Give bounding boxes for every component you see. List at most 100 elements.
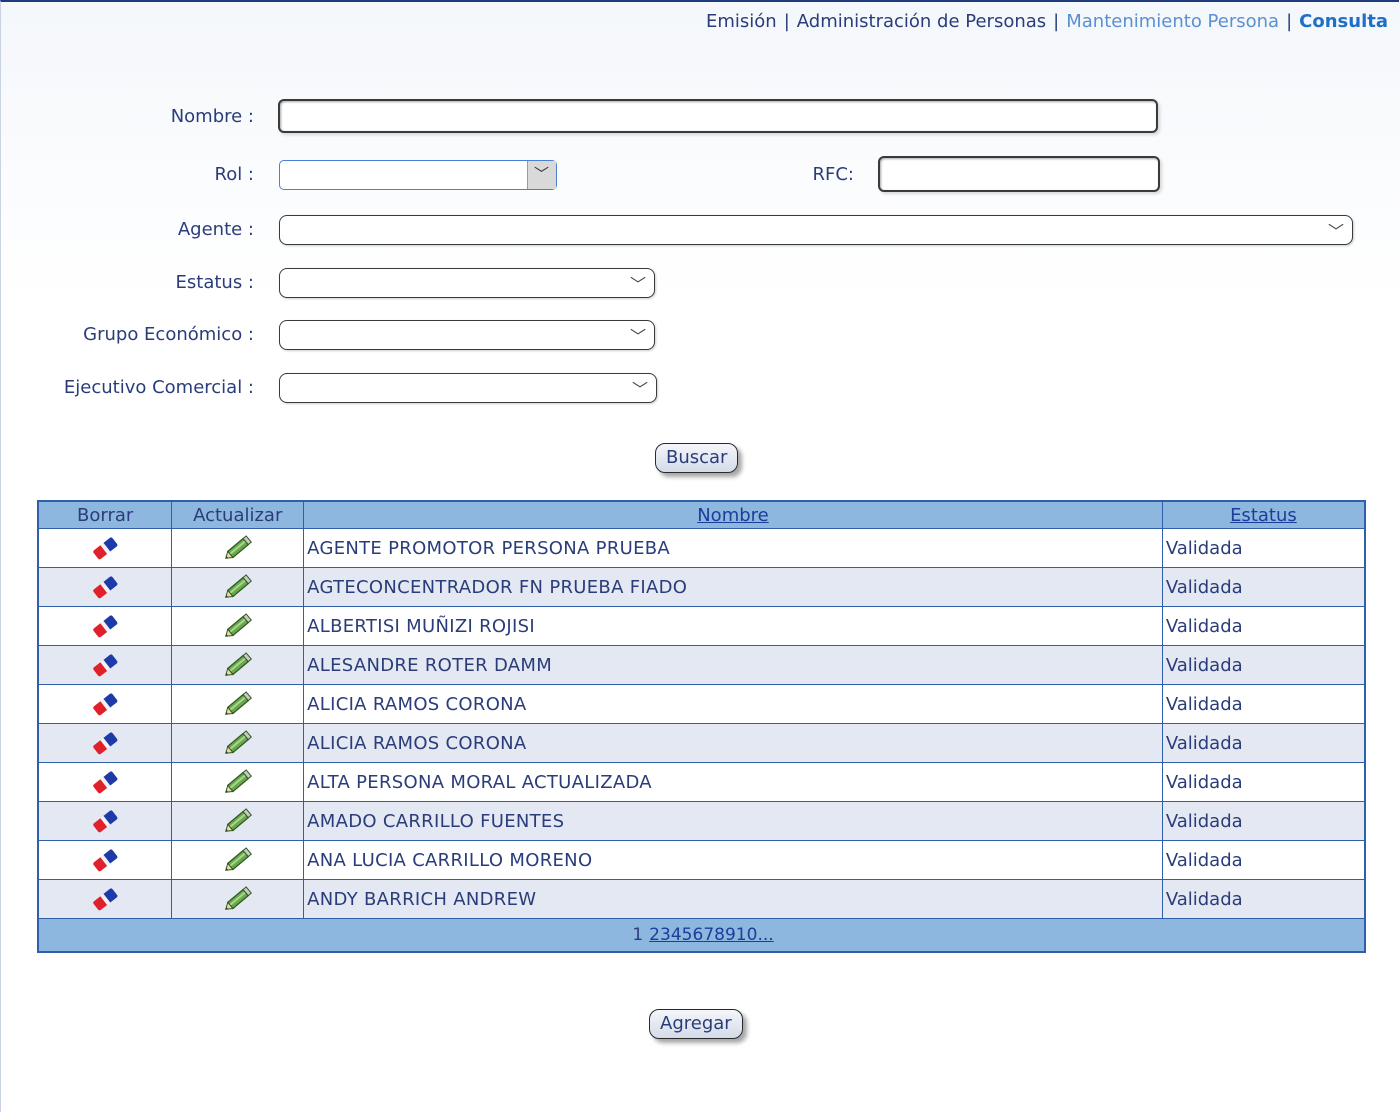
table-row: ALICIA RAMOS CORONA Validada [37,684,1366,724]
borrar-cell [37,840,173,880]
pencil-icon[interactable] [221,808,255,832]
eraser-icon[interactable] [90,615,120,638]
borrar-cell [37,606,173,646]
pager-page-link[interactable]: 7 [703,925,714,945]
rol-select[interactable]: ﹀ [279,160,557,190]
eraser-icon[interactable] [90,888,120,911]
nombre-cell: ANDY BARRICH ANDREW [303,879,1163,919]
actualizar-cell [171,801,305,841]
pencil-icon[interactable] [221,652,255,676]
table-row: ALESANDRE ROTER DAMM Validada [37,645,1366,685]
pencil-icon[interactable] [221,847,255,871]
breadcrumb-administracion[interactable]: Administración de Personas [797,11,1046,32]
grupo-label: Grupo Económico : [83,324,254,345]
breadcrumb-mantenimiento[interactable]: Mantenimiento Persona [1066,11,1279,32]
breadcrumb-emision[interactable]: Emisión [706,11,777,32]
nombre-cell: ALTA PERSONA MORAL ACTUALIZADA [303,762,1163,802]
actualizar-cell [171,684,305,724]
estatus-cell: Validada [1161,762,1366,802]
table-row: AGENTE PROMOTOR PERSONA PRUEBA Validada [37,528,1366,568]
ejecutivo-label: Ejecutivo Comercial : [63,377,254,398]
pager-page-link[interactable]: 5 [682,925,693,945]
pencil-icon[interactable] [221,535,255,559]
nombre-cell: ALICIA RAMOS CORONA [303,723,1163,763]
nombre-cell: AGTECONCENTRADOR FN PRUEBA FIADO [303,567,1163,607]
eraser-icon[interactable] [90,654,120,677]
rol-label: Rol : [214,164,255,185]
nombre-field[interactable] [278,99,1158,133]
estatus-cell: Validada [1161,879,1366,919]
pager-page-link[interactable]: 10 [736,925,758,945]
pencil-icon[interactable] [221,730,255,754]
borrar-cell [37,801,173,841]
table-row: AGTECONCENTRADOR FN PRUEBA FIADO Validada [37,567,1366,607]
actualizar-cell [171,567,305,607]
buscar-button[interactable]: Buscar [655,443,739,473]
actualizar-cell [171,762,305,802]
sort-estatus-link[interactable]: Estatus [1230,505,1297,526]
actualizar-cell [171,840,305,880]
pencil-icon[interactable] [221,574,255,598]
estatus-cell: Validada [1161,684,1366,724]
pager-page-link[interactable]: 8 [714,925,725,945]
actualizar-cell [171,879,305,919]
eraser-icon[interactable] [90,537,120,560]
pager: 1 2345678910... [37,918,1366,953]
chevron-down-icon: ﹀ [629,275,646,294]
agregar-button[interactable]: Agregar [649,1009,743,1039]
eraser-icon[interactable] [90,576,120,599]
borrar-cell [37,528,173,568]
estatus-cell: Validada [1161,723,1366,763]
table-row: ALICIA RAMOS CORONA Validada [37,723,1366,763]
rfc-field[interactable] [878,156,1160,192]
pager-page-link[interactable]: 4 [671,925,682,945]
table-row: AMADO CARRILLO FUENTES Validada [37,801,1366,841]
borrar-cell [37,723,173,763]
pencil-icon[interactable] [221,886,255,910]
nombre-cell: ALBERTISI MUÑIZI ROJISI [303,606,1163,646]
eraser-icon[interactable] [90,810,120,833]
nombre-label: Nombre : [170,106,254,127]
header-nombre[interactable]: Nombre [303,500,1163,529]
pager-page-link[interactable]: 9 [725,925,736,945]
header-estatus[interactable]: Estatus [1161,500,1366,529]
eraser-icon[interactable] [90,771,120,794]
eraser-icon[interactable] [90,693,120,716]
rol-dropdown-button[interactable]: ﹀ [527,161,556,189]
pager-page-link[interactable]: ... [757,925,773,945]
pencil-icon[interactable] [221,769,255,793]
pager-page-link[interactable]: 6 [692,925,703,945]
nombre-input[interactable] [280,101,1156,131]
nombre-cell: ALESANDRE ROTER DAMM [303,645,1163,685]
estatus-label: Estatus : [175,272,254,293]
header-borrar: Borrar [37,500,173,529]
estatus-cell: Validada [1161,840,1366,880]
pager-page-link[interactable]: 2 [649,925,660,945]
estatus-cell: Validada [1161,606,1366,646]
grupo-economico-select[interactable]: ﹀ [279,320,655,350]
eraser-icon[interactable] [90,849,120,872]
borrar-cell [37,645,173,685]
eraser-icon[interactable] [90,732,120,755]
nombre-cell: ALICIA RAMOS CORONA [303,684,1163,724]
borrar-cell [37,567,173,607]
pencil-icon[interactable] [221,691,255,715]
breadcrumb-separator: | [1053,11,1060,32]
breadcrumb-consulta: Consulta [1299,11,1388,32]
breadcrumb-separator: | [783,11,790,32]
sort-nombre-link[interactable]: Nombre [697,505,769,526]
pager-page-link[interactable]: 3 [660,925,671,945]
breadcrumb-separator: | [1286,11,1293,32]
agente-label: Agente : [177,219,254,240]
header-actualizar: Actualizar [171,500,305,529]
table-header-row: Borrar Actualizar Nombre Estatus [37,500,1366,529]
table-row: ALTA PERSONA MORAL ACTUALIZADA Validada [37,762,1366,802]
ejecutivo-comercial-select[interactable]: ﹀ [279,373,657,403]
pencil-icon[interactable] [221,613,255,637]
rfc-input[interactable] [880,158,1158,190]
estatus-select[interactable]: ﹀ [279,268,655,298]
actualizar-cell [171,645,305,685]
results-table: Borrar Actualizar Nombre Estatus AGENTE … [37,500,1366,953]
agente-select[interactable]: ﹀ [279,215,1353,245]
nombre-cell: ANA LUCIA CARRILLO MORENO [303,840,1163,880]
